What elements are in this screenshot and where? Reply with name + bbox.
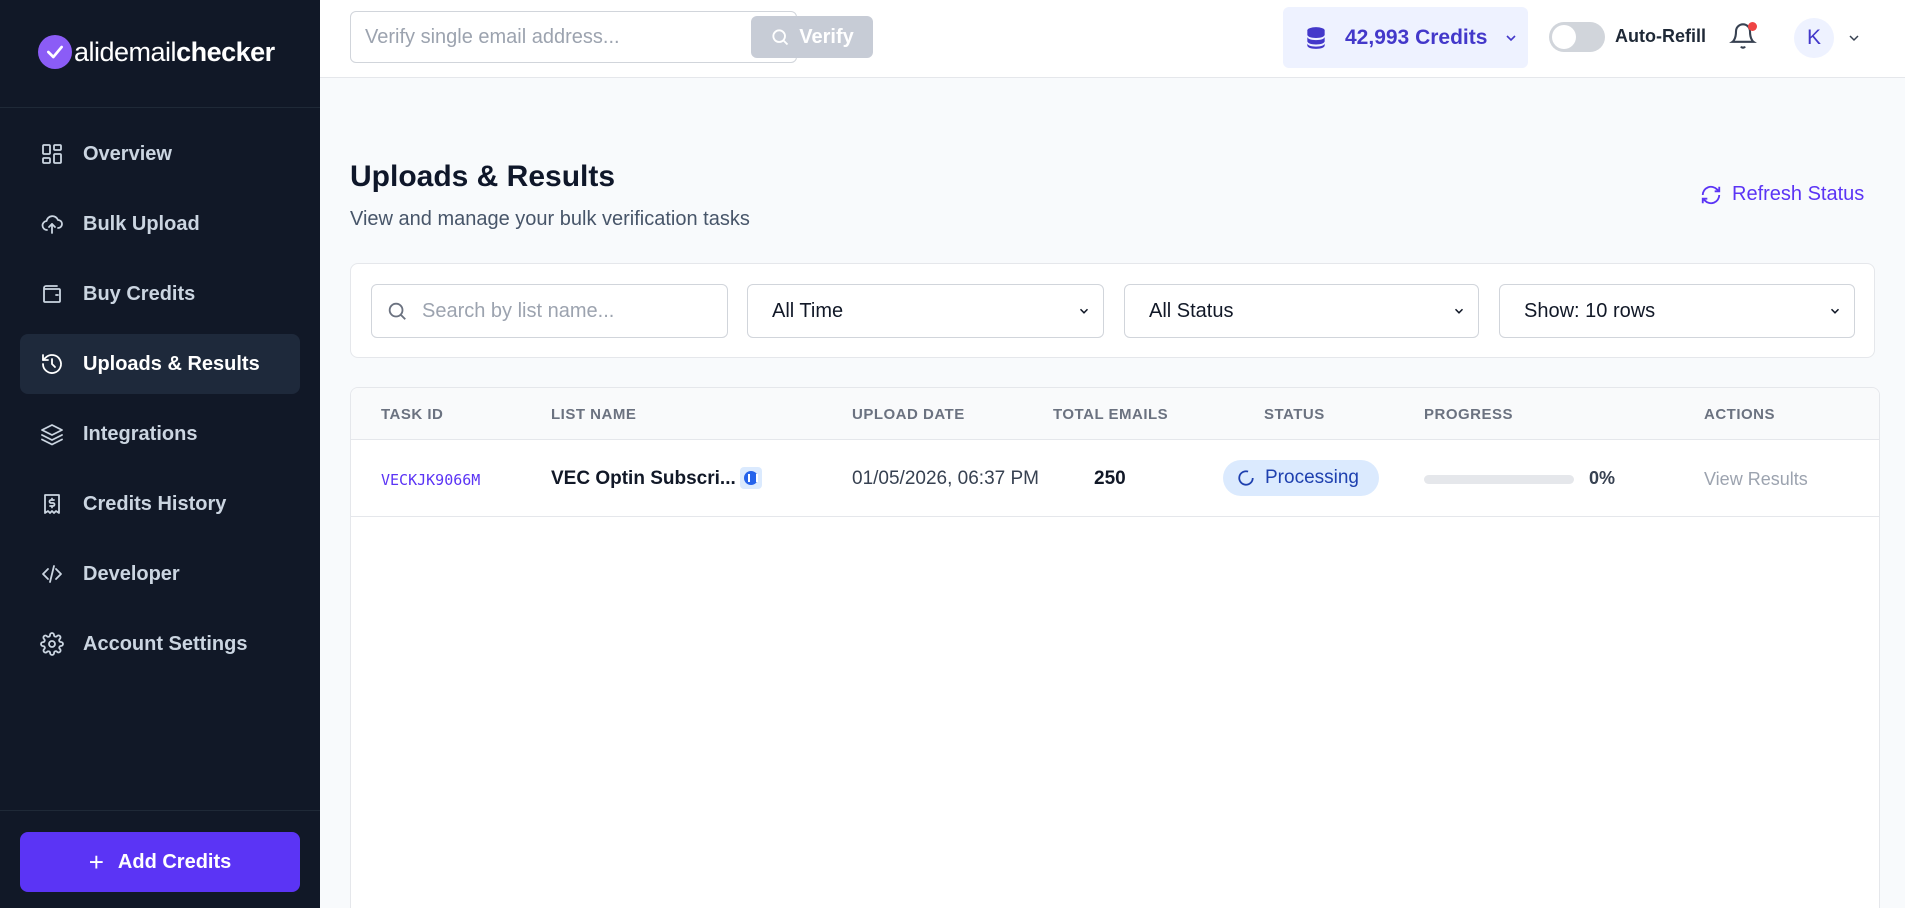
receipt-icon — [39, 491, 65, 517]
refresh-status-button[interactable]: Refresh Status — [1700, 183, 1864, 206]
list-search-input[interactable] — [422, 285, 712, 337]
plus-icon: + — [88, 847, 104, 877]
sidebar-item-overview[interactable]: Overview — [20, 124, 300, 184]
column-header-actions: ACTIONS — [1704, 406, 1775, 423]
progress-percent: 0% — [1589, 468, 1616, 488]
status-label: Processing — [1265, 467, 1359, 488]
column-header-task-id[interactable]: TASK ID — [381, 406, 443, 423]
refresh-status-label: Refresh Status — [1732, 183, 1865, 205]
sidebar-divider — [0, 810, 320, 811]
column-header-status[interactable]: STATUS — [1264, 406, 1325, 423]
sidebar-item-account-settings[interactable]: Account Settings — [20, 614, 300, 674]
column-header-progress: PROGRESS — [1424, 406, 1514, 423]
verify-email-box: Verify — [350, 11, 873, 63]
sidebar-item-uploads-results[interactable]: Uploads & Results — [20, 334, 300, 394]
spinner-icon — [1238, 470, 1254, 486]
uploads-table: TASK ID LIST NAME UPLOAD DATE TOTAL EMAI… — [350, 387, 1880, 908]
list-search-box — [371, 284, 728, 338]
sidebar-item-label: Overview — [83, 142, 172, 165]
chevron-down-icon[interactable] — [1846, 30, 1862, 46]
credits-count: 42,993 Credits — [1345, 25, 1488, 49]
toggle-knob — [1552, 25, 1576, 49]
notifications-button[interactable] — [1729, 22, 1757, 50]
sidebar-item-label: Developer — [83, 562, 180, 585]
wallet-icon — [39, 281, 65, 307]
sidebar-item-label: Buy Credits — [83, 282, 196, 305]
search-icon — [772, 29, 789, 46]
coins-icon — [1307, 26, 1325, 49]
gear-icon — [39, 631, 65, 657]
view-results-link[interactable]: View Results — [1704, 469, 1808, 490]
page-subtitle: View and manage your bulk verification t… — [350, 208, 750, 230]
credits-dropdown[interactable]: 42,993 Credits — [1283, 7, 1528, 68]
time-filter-value: All Time — [772, 299, 844, 322]
logo-check-icon — [38, 35, 72, 69]
task-id-link[interactable]: VECKJK9066M — [381, 471, 480, 489]
filters-bar: All Time All Status Show: 10 rows — [350, 263, 1875, 358]
sidebar-nav: Overview Bulk Upload Buy Credits Uploads… — [20, 124, 300, 684]
search-icon — [388, 302, 406, 320]
logo-text: alidemailchecker — [74, 36, 275, 67]
notification-dot — [1748, 22, 1757, 31]
page-title: Uploads & Results — [350, 160, 616, 193]
sidebar: alidemailchecker Overview Bulk Upload Bu… — [0, 0, 320, 908]
verify-email-input[interactable] — [365, 12, 745, 62]
list-name: VEC Optin Subscri... — [551, 468, 736, 489]
sidebar-item-label: Credits History — [83, 492, 227, 515]
integration-source-icon — [740, 467, 762, 489]
sidebar-item-label: Account Settings — [83, 632, 248, 655]
layers-icon — [39, 421, 65, 447]
chevron-down-icon — [1506, 34, 1516, 41]
total-emails: 250 — [1094, 468, 1126, 489]
sidebar-item-label: Uploads & Results — [83, 352, 260, 375]
sidebar-item-credits-history[interactable]: Credits History — [20, 474, 300, 534]
time-filter-select[interactable]: All Time — [747, 284, 1104, 338]
sidebar-item-bulk-upload[interactable]: Bulk Upload — [20, 194, 300, 254]
topbar: Verify 42,993 Credits Auto-Refill K — [320, 0, 1905, 78]
progress-bar — [1424, 475, 1574, 484]
sidebar-item-buy-credits[interactable]: Buy Credits — [20, 264, 300, 324]
refresh-icon — [1701, 185, 1721, 204]
sidebar-item-label: Bulk Upload — [83, 212, 200, 235]
chevron-down-icon — [1830, 308, 1840, 314]
add-credits-label: Add Credits — [117, 850, 232, 873]
auto-refill-label: Auto-Refill — [1615, 26, 1706, 46]
code-icon — [39, 561, 65, 587]
column-header-list-name[interactable]: LIST NAME — [551, 406, 636, 423]
sidebar-item-label: Integrations — [83, 422, 198, 445]
chevron-down-icon — [1079, 308, 1089, 314]
sidebar-divider — [0, 107, 320, 108]
column-header-upload-date[interactable]: UPLOAD DATE — [852, 406, 965, 423]
avatar[interactable]: K — [1794, 18, 1834, 58]
auto-refill-toggle[interactable] — [1549, 22, 1605, 52]
verify-label: Verify — [799, 25, 854, 48]
grid-icon — [39, 141, 65, 167]
table-header: TASK ID LIST NAME UPLOAD DATE TOTAL EMAI… — [351, 388, 1879, 440]
rows-per-page-select[interactable]: Show: 10 rows — [1499, 284, 1855, 338]
upload-date: 01/05/2026, 06:37 PM — [852, 468, 1039, 489]
add-credits-button[interactable]: + Add Credits — [20, 832, 300, 892]
brand-logo[interactable]: alidemailchecker — [38, 32, 275, 72]
status-badge: Processing — [1223, 460, 1379, 496]
status-filter-value: All Status — [1149, 299, 1234, 322]
column-header-total-emails[interactable]: TOTAL EMAILS — [1053, 406, 1168, 423]
verify-button[interactable]: Verify — [751, 16, 873, 58]
sidebar-item-integrations[interactable]: Integrations — [20, 404, 300, 464]
status-filter-select[interactable]: All Status — [1124, 284, 1479, 338]
rows-per-page-value: Show: 10 rows — [1524, 299, 1656, 322]
history-icon — [39, 351, 65, 377]
cloud-upload-icon — [39, 211, 65, 237]
chevron-down-icon — [1454, 308, 1464, 314]
table-row: VECKJK9066M VEC Optin Subscri... 01/05/2… — [351, 440, 1879, 517]
sidebar-item-developer[interactable]: Developer — [20, 544, 300, 604]
